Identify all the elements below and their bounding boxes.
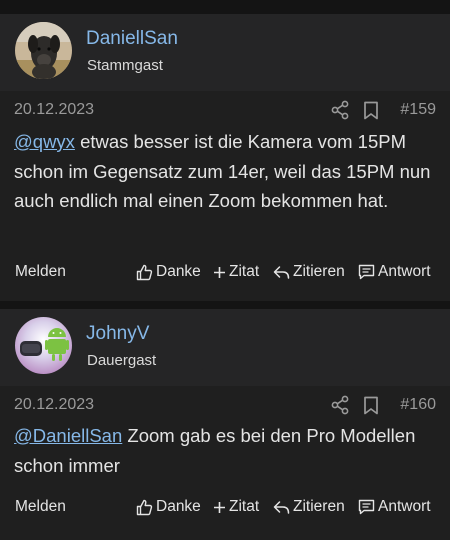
report-button[interactable]: Melden — [15, 263, 66, 281]
share-icon[interactable] — [330, 100, 350, 120]
post-meta: 20.12.2023 #160 — [0, 386, 450, 426]
answer-label: Antwort — [378, 498, 431, 515]
reply-icon — [273, 500, 290, 514]
post-date: 20.12.2023 — [14, 396, 95, 413]
message-icon — [358, 499, 375, 515]
answer-label: Antwort — [378, 263, 431, 280]
cite-label: Zitieren — [293, 498, 345, 515]
thumbs-up-icon — [136, 264, 153, 280]
post-header: DaniellSan Stammgast — [0, 14, 450, 91]
plus-icon — [214, 501, 225, 513]
mention-link[interactable]: @DaniellSan — [14, 425, 122, 446]
post-actions: Melden Danke Zitat Zitieren Antwort — [0, 498, 450, 528]
post-text: etwas besser ist die Kamera vom 15PM sch… — [14, 131, 431, 211]
post-160: JohnyV Dauergast 20.12.2023 #160 @Daniel… — [0, 309, 450, 540]
like-button[interactable]: Danke — [136, 263, 201, 281]
post-content: @qwyx etwas besser ist die Kamera vom 15… — [14, 127, 440, 216]
post-date: 20.12.2023 — [14, 101, 95, 118]
post-number[interactable]: #160 — [400, 396, 436, 414]
report-label: Melden — [15, 498, 66, 515]
report-button[interactable]: Melden — [15, 498, 66, 516]
answer-button[interactable]: Antwort — [358, 263, 431, 281]
post-meta: 20.12.2023 #159 — [0, 91, 450, 131]
like-label: Danke — [156, 498, 201, 515]
quote-button[interactable]: Zitat — [213, 263, 259, 281]
post-header: JohnyV Dauergast — [0, 309, 450, 386]
like-button[interactable]: Danke — [136, 498, 201, 516]
answer-button[interactable]: Antwort — [358, 498, 431, 516]
bookmark-icon[interactable] — [363, 396, 379, 415]
quote-button[interactable]: Zitat — [213, 498, 259, 516]
plus-icon — [214, 266, 225, 278]
avatar[interactable] — [15, 22, 72, 79]
quote-label: Zitat — [229, 498, 260, 515]
like-label: Danke — [156, 263, 201, 280]
post-159: DaniellSan Stammgast 20.12.2023 #159 @qw… — [0, 14, 450, 301]
top-divider — [0, 0, 450, 14]
post-content: @DaniellSan Zoom gab es bei den Pro Mode… — [14, 421, 440, 480]
post-actions: Melden Danke Zitat Zitieren Antwort — [0, 263, 450, 293]
bookmark-icon[interactable] — [363, 101, 379, 120]
username[interactable]: JohnyV — [86, 323, 149, 345]
avatar[interactable] — [15, 317, 72, 374]
post-number[interactable]: #159 — [400, 101, 436, 119]
user-title: Stammgast — [87, 57, 163, 74]
share-icon[interactable] — [330, 395, 350, 415]
cite-button[interactable]: Zitieren — [273, 498, 345, 516]
report-label: Melden — [15, 263, 66, 280]
mention-link[interactable]: @qwyx — [14, 131, 75, 152]
cite-button[interactable]: Zitieren — [273, 263, 345, 281]
reply-icon — [273, 265, 290, 279]
message-icon — [358, 264, 375, 280]
quote-label: Zitat — [229, 263, 260, 280]
user-title: Dauergast — [87, 352, 157, 369]
cite-label: Zitieren — [293, 263, 345, 280]
thumbs-up-icon — [136, 499, 153, 515]
username[interactable]: DaniellSan — [86, 28, 178, 50]
